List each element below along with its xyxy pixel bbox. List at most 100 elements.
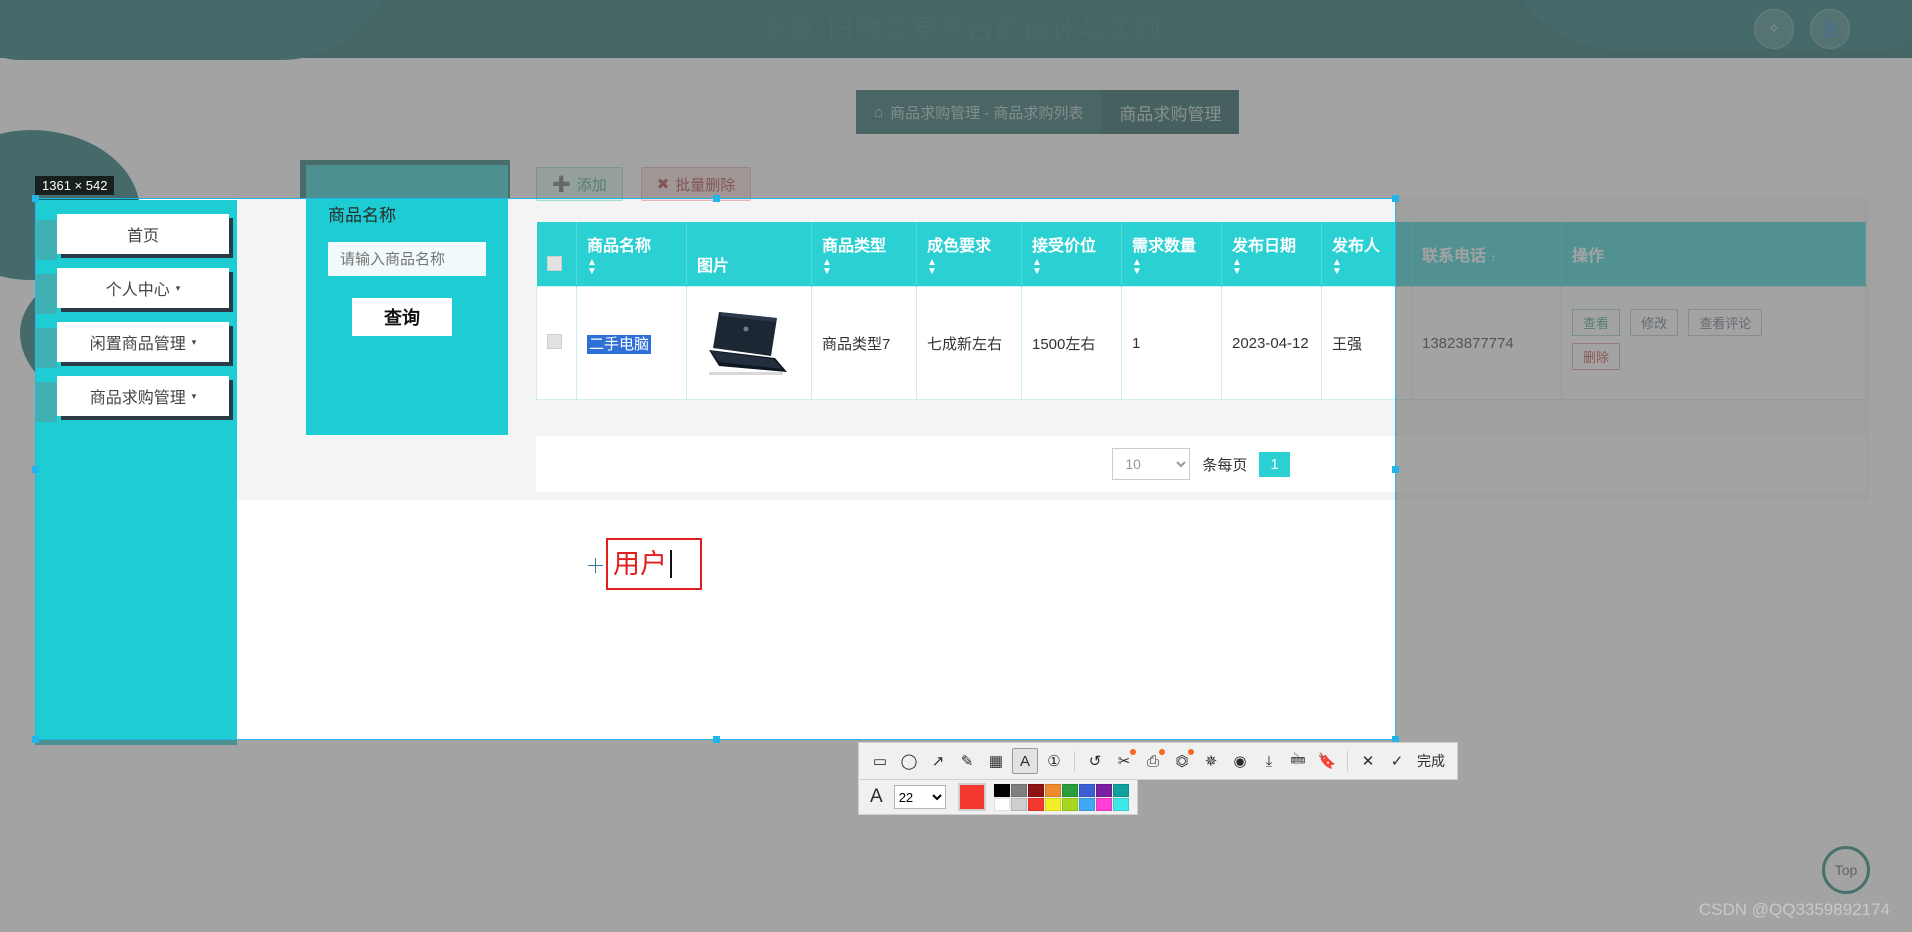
capture-dim-top — [0, 0, 1912, 198]
column-date[interactable]: 发布日期 ▲ ▼ — [1221, 222, 1322, 287]
column-type[interactable]: 商品类型 ▲ ▼ — [811, 222, 917, 287]
sort-icon[interactable]: ▲ ▼ — [1132, 258, 1211, 277]
search-panel: 商品名称 查询 — [306, 165, 508, 435]
check-icon[interactable]: ✓ — [1384, 748, 1410, 774]
sort-icon[interactable]: ▲ ▼ — [927, 258, 1011, 277]
done-button[interactable]: 完成 — [1413, 751, 1449, 771]
undo-icon[interactable]: ↺ — [1082, 748, 1108, 774]
search-input[interactable] — [328, 242, 486, 276]
swatch-blue[interactable] — [1078, 783, 1095, 797]
rectangle-icon[interactable]: ▭ — [867, 748, 893, 774]
sort-icon[interactable]: ▲ ▼ — [587, 258, 676, 277]
font-icon: A — [870, 786, 883, 807]
swatch-cyan[interactable] — [1112, 797, 1129, 811]
select-all-checkbox[interactable] — [546, 256, 562, 271]
swatch-darkred[interactable] — [1027, 783, 1044, 797]
toolbar-separator — [1347, 751, 1348, 771]
chevron-down-icon: ▾ — [191, 336, 197, 347]
column-label: 发布日期 — [1232, 238, 1297, 255]
sidebar-item-personal-center[interactable]: 个人中心 ▾ — [35, 268, 229, 314]
page-size-select[interactable]: 10 — [1112, 448, 1191, 480]
swatch-green[interactable] — [1061, 783, 1078, 797]
text-icon[interactable]: A — [1012, 748, 1038, 774]
watermark: CSDN @QQ3359892174 — [1698, 900, 1890, 919]
pin-icon[interactable]: ✵ — [1198, 748, 1224, 774]
annotation-textbox[interactable]: 用户 — [606, 538, 702, 590]
laptop-thumbnail[interactable] — [697, 295, 793, 391]
column-label: 成色要求 — [927, 238, 992, 255]
save-icon[interactable]: 🖮 — [1285, 748, 1311, 774]
capture-toolbar: ▭ ◯ ↗ ✎ ▦ A ① ↺ ✂ ⎙ ⏣ ✵ ◉ ⤓ 🖮 🔖 ✕ ✓ 完成 — [858, 742, 1458, 780]
column-name[interactable]: 商品名称 ▲ ▼ — [576, 222, 687, 287]
search-button[interactable]: 查询 — [352, 298, 452, 336]
sidebar-item-label: 商品求购管理 — [89, 390, 186, 407]
cell-name: 二手电脑 — [576, 286, 687, 400]
sidebar-item-shadow — [35, 382, 57, 422]
swatch-white[interactable] — [993, 797, 1010, 811]
sidebar-item-shadow — [35, 220, 57, 260]
page-number-1[interactable]: 1 — [1259, 451, 1290, 477]
swatch-skyblue[interactable] — [1078, 797, 1095, 811]
chevron-down-icon: ▾ — [175, 282, 181, 293]
column-label: 商品名称 — [587, 238, 652, 255]
sort-icon[interactable]: ▲ ▼ — [1332, 258, 1401, 277]
sort-icon[interactable]: ▲ ▼ — [1232, 258, 1311, 277]
column-condition[interactable]: 成色要求 ▲ ▼ — [916, 222, 1022, 287]
translate-icon[interactable]: ⎙ — [1140, 748, 1166, 774]
sidebar-item-home[interactable]: 首页 — [35, 214, 229, 260]
sort-icon[interactable]: ▲ ▼ — [822, 258, 906, 277]
swatch-lightgray[interactable] — [1010, 797, 1027, 811]
per-page-label: 条每页 — [1202, 456, 1248, 474]
mosaic-icon[interactable]: ▦ — [983, 748, 1009, 774]
column-quantity[interactable]: 需求数量 ▲ ▼ — [1121, 222, 1222, 287]
swatch-red[interactable] — [1027, 797, 1044, 811]
capture-text-options-bar: A 22 — [858, 779, 1138, 815]
laptop-icon — [709, 312, 787, 375]
sidebar-item-shadow — [35, 328, 57, 368]
close-icon[interactable]: ✕ — [1355, 748, 1381, 774]
cell-price: 1500左右 — [1021, 286, 1122, 400]
swatch-black[interactable] — [993, 783, 1010, 797]
swatch-yellow[interactable] — [1044, 797, 1061, 811]
badge-dot-icon — [1159, 749, 1165, 755]
ocr-scissors-icon[interactable]: ✂ — [1111, 748, 1137, 774]
annotation-text: 用户 — [613, 548, 667, 579]
column-select-all[interactable] — [536, 222, 577, 287]
sort-icon[interactable]: ▲ ▼ — [1032, 258, 1111, 277]
badge-dot-icon — [1130, 749, 1136, 755]
toolbar-separator — [1074, 751, 1075, 771]
pencil-icon[interactable]: ✎ — [954, 748, 980, 774]
cell-quantity: 1 — [1121, 286, 1222, 400]
ellipse-icon[interactable]: ◯ — [896, 748, 922, 774]
sidebar-item-label: 首页 — [126, 228, 159, 245]
column-label: 发布人 — [1332, 238, 1381, 255]
swatch-purple[interactable] — [1095, 783, 1112, 797]
row-checkbox[interactable] — [547, 333, 562, 349]
swatch-lime[interactable] — [1061, 797, 1078, 811]
font-size-select[interactable]: 22 — [893, 785, 946, 809]
capture-dim-left — [0, 198, 35, 740]
current-color-swatch[interactable] — [957, 783, 986, 811]
swatch-magenta[interactable] — [1095, 797, 1112, 811]
sidebar-item-shadow — [35, 274, 57, 314]
arrow-icon[interactable]: ↗ — [925, 748, 951, 774]
sidebar-item-purchase-request[interactable]: 商品求购管理 ▾ — [35, 376, 229, 422]
column-label: 需求数量 — [1132, 238, 1197, 255]
cell-image — [686, 286, 812, 400]
record-icon[interactable]: ◉ — [1227, 748, 1253, 774]
swatch-teal[interactable] — [1112, 783, 1129, 797]
sidebar-item-label: 闲置商品管理 — [89, 336, 186, 353]
column-price[interactable]: 接受价位 ▲ ▼ — [1021, 222, 1122, 287]
chevron-down-icon: ▾ — [191, 390, 197, 401]
number-badge-icon[interactable]: ① — [1041, 748, 1067, 774]
sidebar: 首页 个人中心 ▾ 闲置商品管理 ▾ 商品求购管理 ▾ — [35, 200, 237, 745]
extract-icon[interactable]: ⏣ — [1169, 748, 1195, 774]
sidebar-item-idle-goods[interactable]: 闲置商品管理 ▾ — [35, 322, 229, 368]
swatch-gray[interactable] — [1010, 783, 1027, 797]
swatch-orange[interactable] — [1044, 783, 1061, 797]
row-select-cell[interactable] — [536, 286, 577, 400]
download-icon[interactable]: ⤓ — [1256, 748, 1282, 774]
bookmark-icon[interactable]: 🔖 — [1314, 748, 1340, 774]
text-caret — [670, 550, 672, 578]
capture-dim-right — [1396, 198, 1912, 740]
